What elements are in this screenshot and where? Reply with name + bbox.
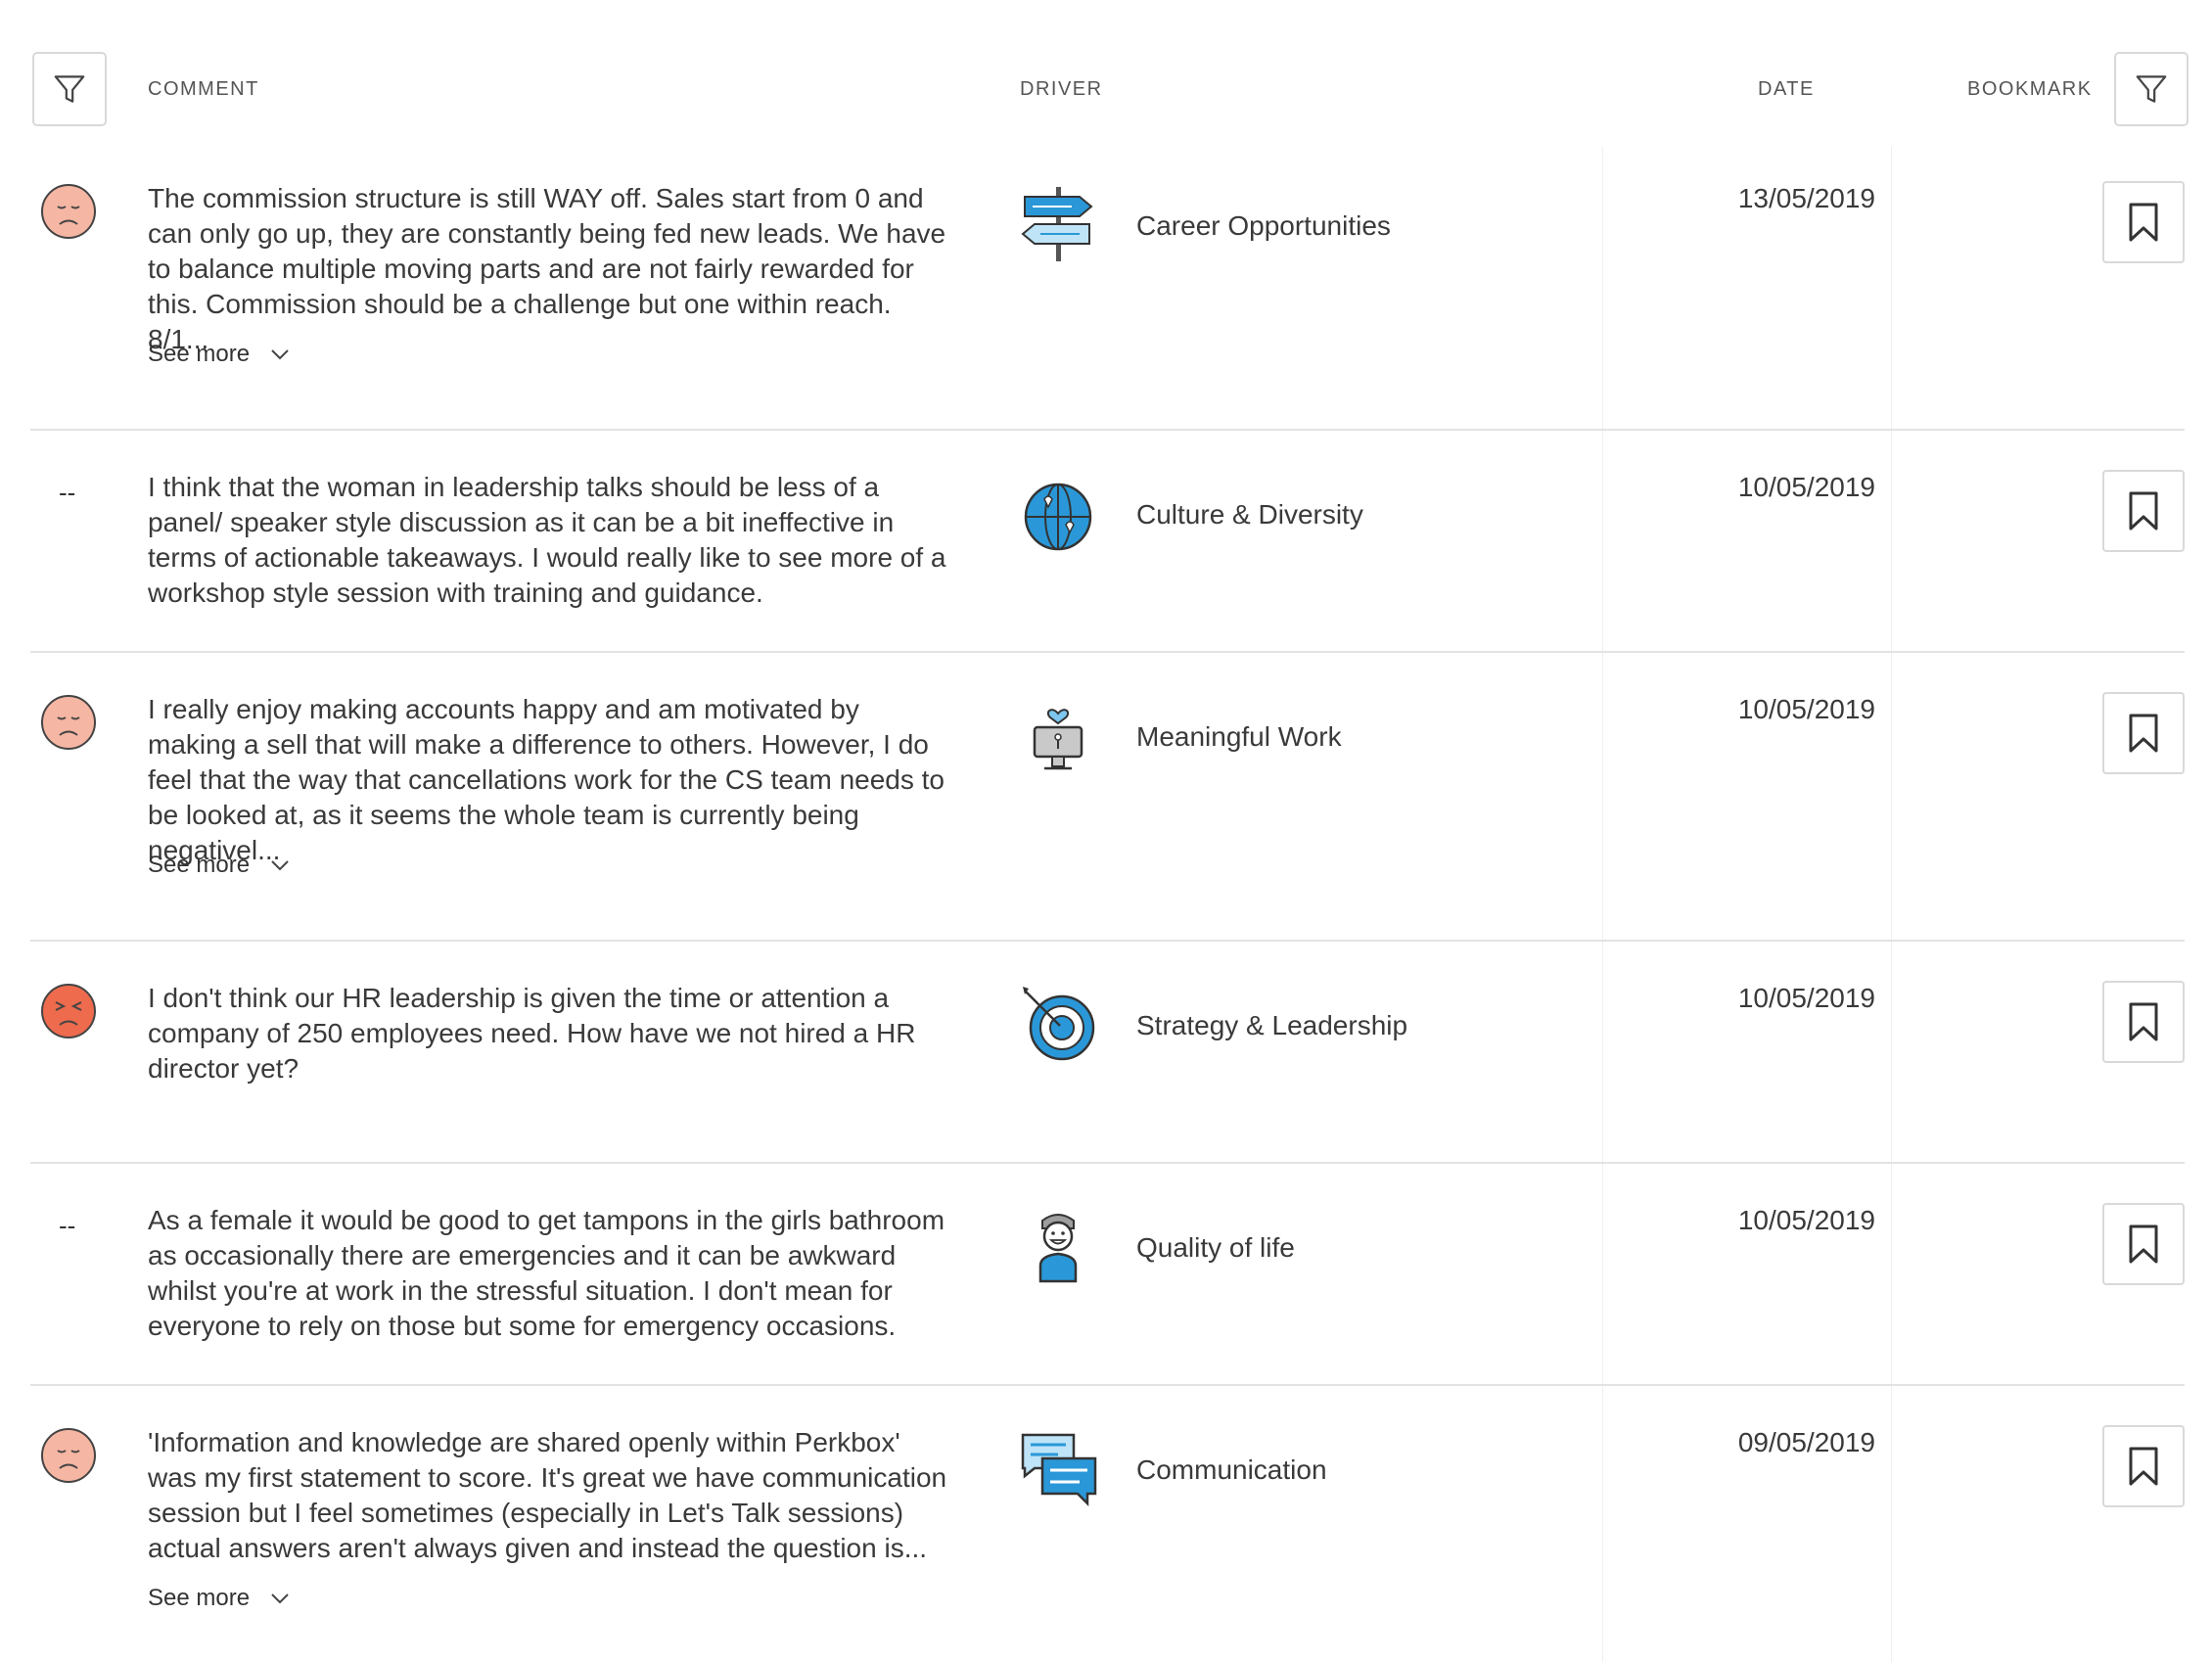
- filter-icon: [2136, 75, 2167, 103]
- comment-text: I don't think our HR leadership is given…: [148, 983, 916, 1084]
- comment-text: As a female it would be good to get tamp…: [148, 1205, 945, 1341]
- column-header-comment[interactable]: COMMENT: [148, 78, 259, 101]
- signpost-icon: [1019, 185, 1097, 263]
- comment-date: 10/05/2019: [1737, 472, 1875, 502]
- row-divider: [30, 940, 2185, 942]
- bookmark-icon: [2129, 714, 2158, 753]
- bookmark-button[interactable]: [2102, 181, 2185, 263]
- comment-date: 09/05/2019: [1737, 1427, 1875, 1457]
- row-divider: [30, 651, 2185, 653]
- bookmark-icon: [2129, 491, 2158, 531]
- comment-date: 10/05/2019: [1737, 983, 1875, 1013]
- see-more-label: See more: [148, 1585, 251, 1611]
- row-divider: [30, 429, 2185, 431]
- table-row: I really enjoy making accounts happy and…: [30, 692, 2185, 937]
- see-more-link[interactable]: See more: [148, 341, 291, 368]
- bookmark-icon: [2129, 1224, 2158, 1264]
- see-more-label: See more: [148, 852, 251, 878]
- table-row: The commission structure is still WAY of…: [30, 181, 2185, 426]
- comment-text: I think that the woman in leadership tal…: [148, 472, 946, 608]
- bookmark-button[interactable]: [2102, 470, 2185, 552]
- bookmark-icon: [2129, 1002, 2158, 1041]
- filter-button-right[interactable]: [2114, 52, 2189, 126]
- column-header-bookmark[interactable]: BOOKMARK: [1967, 78, 2093, 101]
- sad-face-icon: [40, 1427, 97, 1484]
- table-row: -- As a female it would be good to get t…: [30, 1203, 2185, 1384]
- comment-text: The commission structure is still WAY of…: [148, 183, 946, 354]
- table-row: I don't think our HR leadership is given…: [30, 981, 2185, 1162]
- sad-face-icon: [40, 183, 97, 240]
- comment-date: 10/05/2019: [1737, 694, 1875, 724]
- chat-bubbles-icon: [1019, 1429, 1097, 1507]
- bookmark-button[interactable]: [2102, 1203, 2185, 1285]
- table-row: 'Information and knowledge are shared op…: [30, 1425, 2185, 1660]
- bookmark-button[interactable]: [2102, 692, 2185, 774]
- sad-face-icon: [40, 694, 97, 751]
- table-row: -- I think that the woman in leadership …: [30, 470, 2185, 651]
- chevron-down-icon: [271, 349, 289, 360]
- driver-label: Strategy & Leadership: [1136, 1010, 1408, 1040]
- driver-label: Career Opportunities: [1136, 210, 1391, 241]
- column-header-date[interactable]: DATE: [1758, 78, 1815, 101]
- driver-label: Quality of life: [1136, 1232, 1295, 1263]
- target-icon: [1019, 985, 1097, 1063]
- filter-button-left[interactable]: [32, 52, 107, 126]
- comment-text: 'Information and knowledge are shared op…: [148, 1427, 947, 1563]
- bookmark-button[interactable]: [2102, 981, 2185, 1063]
- table-header: COMMENT DRIVER DATE BOOKMARK: [0, 0, 2212, 147]
- computer-heart-icon: [1019, 696, 1097, 774]
- bookmark-icon: [2129, 1447, 2158, 1486]
- driver-label: Meaningful Work: [1136, 721, 1342, 752]
- see-more-label: See more: [148, 341, 251, 367]
- chevron-down-icon: [271, 1593, 289, 1604]
- comments-page: COMMENT DRIVER DATE BOOKMARK The commiss…: [0, 0, 2212, 1662]
- comment-date: 10/05/2019: [1737, 1205, 1875, 1235]
- globe-icon: [1019, 478, 1097, 556]
- chevron-down-icon: [271, 860, 289, 871]
- driver-label: Culture & Diversity: [1136, 499, 1363, 530]
- see-more-link[interactable]: See more: [148, 1585, 291, 1612]
- see-more-link[interactable]: See more: [148, 852, 291, 879]
- driver-label: Communication: [1136, 1454, 1327, 1485]
- no-sentiment: --: [59, 1211, 76, 1240]
- row-divider: [30, 1384, 2185, 1386]
- happy-person-icon: [1019, 1207, 1097, 1285]
- comment-text: I really enjoy making accounts happy and…: [148, 694, 945, 865]
- comment-date: 13/05/2019: [1737, 183, 1875, 213]
- angry-face-icon: [40, 983, 97, 1039]
- column-header-driver[interactable]: DRIVER: [1020, 78, 1103, 101]
- bookmark-icon: [2129, 203, 2158, 242]
- filter-icon: [54, 75, 85, 103]
- row-divider: [30, 1162, 2185, 1164]
- bookmark-button[interactable]: [2102, 1425, 2185, 1507]
- no-sentiment: --: [59, 478, 76, 507]
